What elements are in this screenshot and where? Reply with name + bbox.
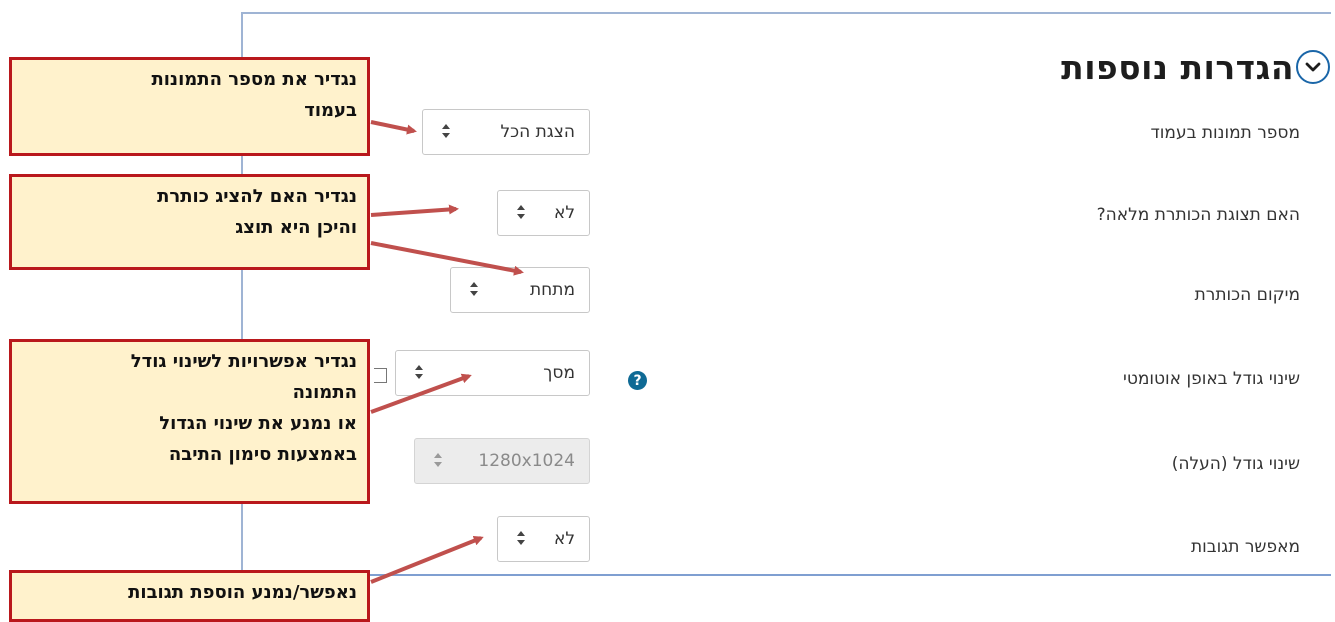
annotation-arrows <box>370 120 524 584</box>
arrow <box>370 204 459 217</box>
arrow <box>370 373 472 414</box>
arrow <box>370 241 524 276</box>
arrow <box>370 120 417 135</box>
arrow <box>370 535 484 584</box>
